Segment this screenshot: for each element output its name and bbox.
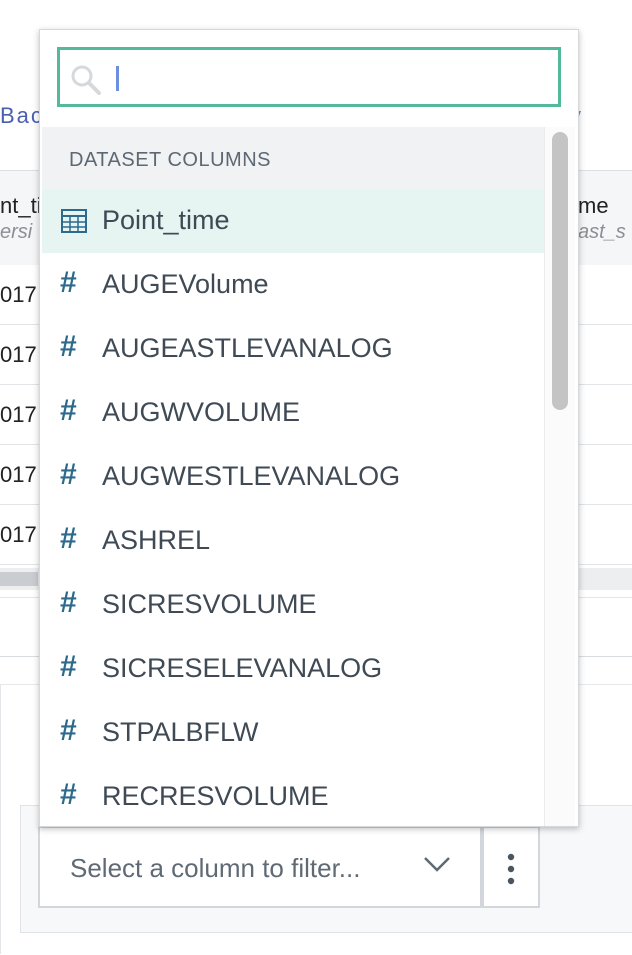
scrollbar-thumb[interactable] [552,132,568,410]
column-option-label: AUGEASTLEVANALOG [102,333,393,363]
column-header-name[interactable]: nt_ti [0,193,42,219]
column-option[interactable]: # SICRESELEVANALOG [42,637,544,701]
text-cursor [116,66,119,91]
more-options-button[interactable] [482,826,540,908]
chevron-down-icon [422,854,452,879]
column-option-label: AUGEVolume [102,269,269,299]
table-cell: 017 [0,342,37,367]
column-option[interactable]: # STPALBFLW [42,701,544,765]
column-option-label: Point_time [102,205,230,235]
section-header: DATASET COLUMNS [42,127,544,189]
search-input[interactable] [112,58,542,96]
hash-icon: # [60,266,77,299]
table-cell: 017 [0,462,37,487]
vertical-scrollbar[interactable] [544,127,575,826]
column-option[interactable]: # ASHREL [42,509,544,573]
table-cell: 017 [0,522,37,547]
column-option[interactable]: # SICRESVOLUME [42,573,544,637]
hash-icon: # [60,714,77,747]
hash-icon: # [60,650,77,683]
search-icon [70,64,102,101]
column-option-label: STPALBFLW [102,717,259,747]
column-option-label: AUGWVOLUME [102,397,301,427]
column-header-name[interactable]: me [578,193,609,219]
back-link[interactable]: Bac [0,103,44,129]
column-list[interactable]: DATASET COLUMNS Point_time # AUGEVolume # AU… [42,127,544,826]
column-option[interactable]: # AUGEVolume [42,253,544,317]
hash-icon: # [60,586,77,619]
column-filter-select[interactable]: Select a column to filter... [38,826,482,908]
hash-icon: # [60,522,77,555]
column-option[interactable]: # AUGWESTLEVANALOG [42,445,544,509]
column-header-subtitle: ersi [0,221,33,243]
column-option[interactable]: # AUGEASTLEVANALOG [42,317,544,381]
divider [0,684,1,954]
search-field[interactable] [57,47,561,107]
column-option-label: ASHREL [102,525,211,555]
hash-icon: # [60,330,77,363]
column-picker-dropdown: DATASET COLUMNS Point_time # AUGEVolume # AU… [39,29,579,827]
section-title: DATASET COLUMNS [69,149,271,171]
hash-icon: # [60,458,77,491]
hash-icon: # [60,778,77,811]
column-option-label: RECRESVOLUME [102,781,329,811]
scrollbar-thumb[interactable] [0,572,38,586]
column-option-label: AUGWESTLEVANALOG [102,461,401,491]
column-option-label: SICRESVOLUME [102,589,317,619]
column-option[interactable]: # AUGWVOLUME [42,381,544,445]
table-cell: 017 [0,282,37,307]
kebab-menu-icon [507,853,515,885]
table-cell: 017 [0,402,37,427]
column-header-subtitle: ast_s [578,221,626,243]
column-option[interactable]: # RECRESVOLUME [42,765,544,826]
calendar-icon [60,207,88,235]
hash-icon: # [60,394,77,427]
column-option[interactable]: Point_time [42,189,544,253]
column-option-label: SICRESELEVANALOG [102,653,383,683]
column-filter-placeholder: Select a column to filter... [70,853,361,883]
